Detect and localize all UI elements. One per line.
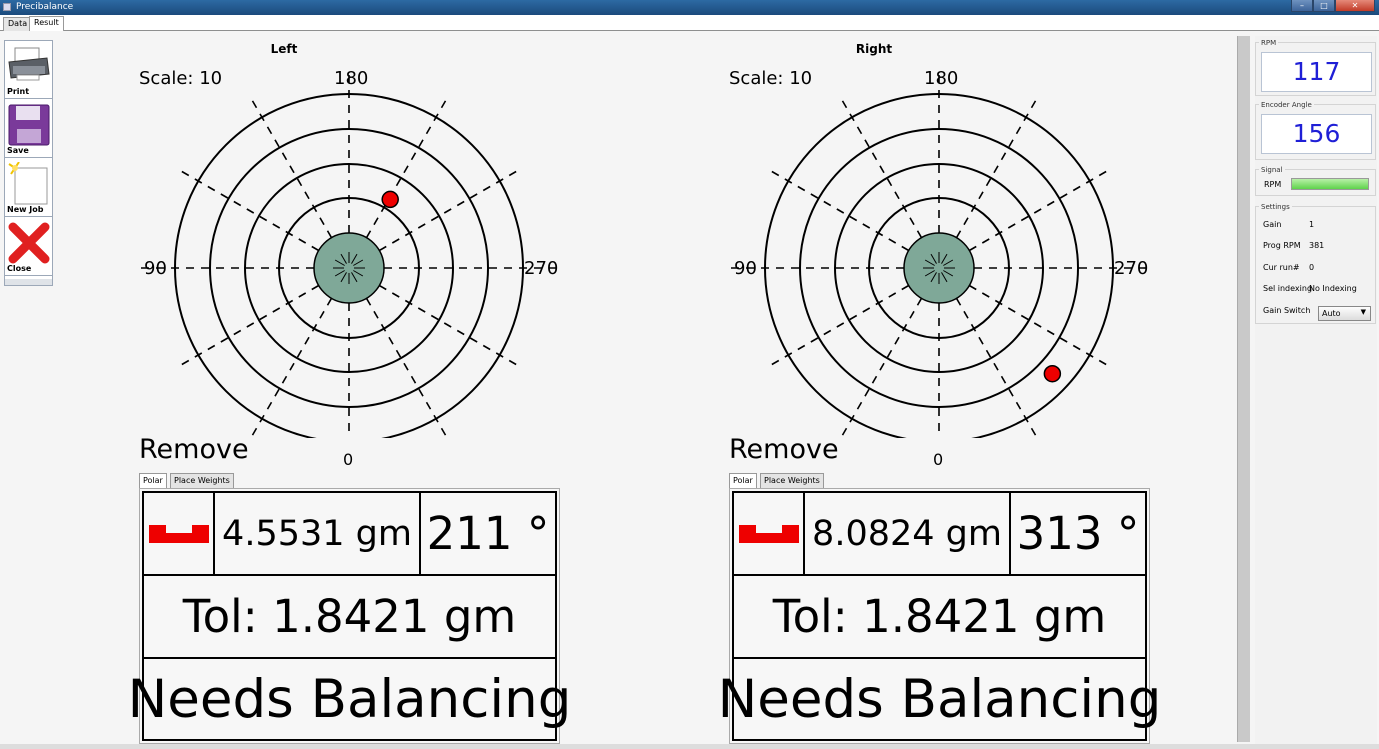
signal-group: Signal RPM [1255,166,1376,196]
rpm-value: 117 [1261,52,1372,92]
right-title: Right [855,42,893,56]
new-job-button[interactable]: New Job [5,159,52,217]
toolbar-grip[interactable] [5,279,52,285]
tab-data[interactable]: Data [3,17,33,31]
minimize-button[interactable]: – [1291,0,1313,12]
close-button[interactable]: Close [5,218,52,276]
left-title: Left [270,42,298,56]
left-angle-270: 270 [524,258,559,279]
right-angle-180: 180 [924,68,959,89]
remove-weight-icon [738,524,799,543]
print-button[interactable]: Print [5,41,52,99]
left-unbalance-point [381,190,399,209]
red-x-icon [8,222,50,264]
right-tolerance: Tol: 1.8421 gm [733,575,1146,658]
floppy-disk-icon [8,104,50,146]
encoder-group: Encoder Angle 156 [1255,101,1376,160]
left-tolerance: Tol: 1.8421 gm [143,575,556,658]
window-title: Precibalance [16,2,74,12]
maximize-button[interactable]: □ [1313,0,1335,12]
left-result-box: 4.5531 gm 211 ° Tol: 1.8421 gm Needs Bal… [128,488,571,744]
left-angle-value: 211 ° [420,492,556,575]
right-plane-panel: Right Scale: 10 180 90 270 0 Remove Pola… [718,40,1179,745]
right-unbalance-point [1043,364,1062,383]
app-icon [3,3,11,11]
right-angle-90: 90 [734,258,757,279]
left-remove-label: Remove [139,434,249,465]
status-sidebar: RPM 117 Encoder Angle 156 Signal RPM Set… [1255,36,1377,746]
signal-group-label: Signal [1259,166,1285,174]
polar-hub [313,232,385,304]
right-remove-label: Remove [729,434,839,465]
right-polar-plot [730,68,1148,438]
right-angle-270: 270 [1114,258,1149,279]
save-button[interactable]: Save [5,100,52,158]
side-toolbar: Print Save New Job Close [4,40,53,286]
settings-group-label: Settings [1259,203,1292,211]
print-label: Print [7,87,30,96]
rpm-group: RPM 117 [1255,39,1376,96]
right-result-box: 8.0824 gm 313 ° Tol: 1.8421 gm Needs Bal… [718,488,1161,744]
rpm-group-label: RPM [1259,39,1279,47]
left-angle-180: 180 [334,68,369,89]
right-angle-0: 0 [933,450,944,469]
left-weight-value: 4.5531 gm [214,492,420,575]
right-angle-value: 313 ° [1010,492,1146,575]
tab-result[interactable]: Result [29,16,64,31]
left-angle-0: 0 [343,450,354,469]
main-tab-bar: Data Result [0,15,1379,31]
gain-switch-value: Auto [1322,309,1341,318]
printer-icon [8,47,50,81]
new-job-label: New Job [7,205,44,214]
gain-switch-select[interactable]: Auto ▼ [1318,306,1371,321]
signal-rpm-label: RPM [1264,180,1282,189]
new-document-icon [8,162,48,205]
left-weight-cell [143,492,214,575]
right-weight-value: 8.0824 gm [804,492,1010,575]
left-status: Needs Balancing [128,658,571,740]
polar-hub [903,232,975,304]
dropdown-arrow-icon: ▼ [1360,308,1366,316]
right-tab-place-weights[interactable]: Place Weights [760,473,824,488]
close-window-button[interactable]: ✕ [1335,0,1375,12]
left-tab-place-weights[interactable]: Place Weights [170,473,234,488]
right-tab-polar[interactable]: Polar [729,473,757,489]
right-weight-cell [733,492,804,575]
left-plane-panel: Left Scale: 10 180 90 270 0 Remove Polar… [128,40,589,745]
save-label: Save [7,146,29,155]
right-status: Needs Balancing [718,658,1161,740]
encoder-angle-value: 156 [1261,114,1372,154]
title-bar: Precibalance – □ ✕ [0,0,1379,15]
left-angle-90: 90 [144,258,167,279]
remove-weight-icon [148,524,209,543]
status-strip [0,744,1379,749]
close-label: Close [7,264,32,273]
left-polar-plot [140,68,558,438]
vertical-scrollbar[interactable] [1237,36,1250,742]
left-tab-polar[interactable]: Polar [139,473,167,489]
encoder-group-label: Encoder Angle [1259,101,1314,109]
signal-rpm-bar [1291,178,1369,190]
